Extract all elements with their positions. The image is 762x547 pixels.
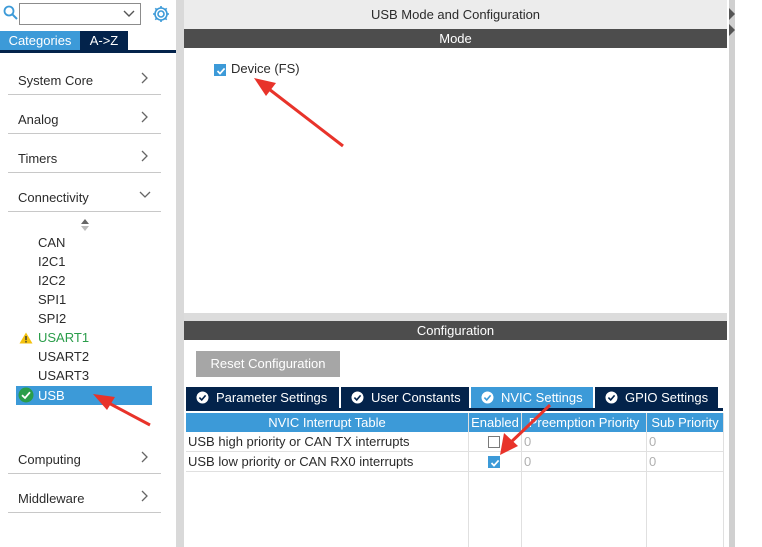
sort-icon[interactable] (80, 218, 90, 232)
chevron-down-icon (139, 191, 151, 198)
chevron-right-icon (141, 111, 148, 123)
sub-priority-value[interactable]: 0 (649, 432, 656, 452)
tab-label: GPIO Settings (625, 390, 709, 405)
tab-label: NVIC Settings (501, 390, 583, 405)
peripheral-usb-label: USB (38, 388, 65, 403)
scroll-arrow-icon[interactable] (729, 6, 735, 36)
tab-user-constants[interactable]: User Constants (341, 387, 469, 408)
chevron-right-icon (141, 451, 148, 463)
column-header-preemption[interactable]: Preemption Priority (522, 413, 646, 432)
peripheral-usart3[interactable]: USART3 (38, 368, 89, 383)
tab-a-to-z[interactable]: A->Z (80, 31, 128, 50)
tab-categories[interactable]: Categories (0, 31, 80, 50)
category-label: Timers (18, 151, 58, 166)
check-circle-icon (18, 387, 34, 403)
page-title: USB Mode and Configuration (184, 0, 727, 29)
peripheral-spi1[interactable]: SPI1 (38, 292, 66, 307)
tab-nvic-settings[interactable]: NVIC Settings (471, 387, 593, 408)
column-header-interrupt[interactable]: NVIC Interrupt Table (186, 413, 468, 432)
category-label: System Core (18, 73, 94, 88)
checkmark-icon (490, 459, 500, 467)
gear-icon[interactable] (151, 4, 171, 24)
category-label: Analog (18, 112, 59, 127)
chevron-right-icon (141, 150, 148, 162)
column-divider (723, 413, 724, 547)
mode-panel (184, 48, 727, 313)
category-middleware[interactable]: Middleware (8, 480, 161, 513)
category-connectivity[interactable]: Connectivity (8, 179, 161, 212)
tab-label: Parameter Settings (216, 390, 328, 405)
peripheral-i2c1[interactable]: I2C1 (38, 254, 65, 269)
device-fs-label: Device (FS) (231, 61, 300, 76)
category-timers[interactable]: Timers (8, 140, 161, 173)
peripheral-usart2[interactable]: USART2 (38, 349, 89, 364)
chevron-right-icon (141, 490, 148, 502)
configuration-header: Configuration (184, 321, 727, 340)
check-circle-icon (605, 391, 618, 404)
enabled-checkbox[interactable] (488, 456, 500, 468)
check-circle-icon (351, 391, 364, 404)
mode-header: Mode (184, 29, 727, 48)
sub-priority-value[interactable]: 0 (649, 452, 656, 472)
category-tabs: Categories A->Z (0, 31, 176, 53)
preemption-value[interactable]: 0 (524, 432, 531, 452)
tab-label: User Constants (371, 390, 461, 405)
peripheral-can[interactable]: CAN (38, 235, 65, 250)
category-label: Computing (18, 452, 81, 467)
category-system-core[interactable]: System Core (8, 62, 161, 95)
tab-parameter-settings[interactable]: Parameter Settings (186, 387, 339, 408)
main-scrollbar[interactable] (729, 0, 735, 547)
tab-gpio-settings[interactable]: GPIO Settings (595, 387, 718, 408)
category-computing[interactable]: Computing (8, 441, 161, 474)
column-header-enabled[interactable]: Enabled (469, 413, 521, 432)
reset-configuration-button[interactable]: Reset Configuration (196, 351, 340, 377)
table-row[interactable]: USB high priority or CAN TX interrupts 0… (186, 432, 723, 452)
interrupt-name: USB low priority or CAN RX0 interrupts (188, 454, 414, 469)
category-label: Middleware (18, 491, 85, 506)
search-input[interactable] (19, 3, 141, 25)
category-analog[interactable]: Analog (8, 101, 161, 134)
tab-underline (186, 408, 723, 411)
search-icon[interactable] (3, 5, 18, 20)
table-row[interactable]: USB low priority or CAN RX0 interrupts 0… (186, 452, 723, 472)
sidebar-scrollbar[interactable] (176, 0, 184, 547)
peripheral-i2c2[interactable]: I2C2 (38, 273, 65, 288)
warning-icon (19, 332, 33, 344)
check-circle-icon (196, 391, 209, 404)
interrupt-name: USB high priority or CAN TX interrupts (188, 434, 410, 449)
enabled-checkbox[interactable] (488, 436, 500, 448)
peripheral-usb[interactable]: USB (16, 386, 152, 405)
check-circle-icon (481, 391, 494, 404)
preemption-value[interactable]: 0 (524, 452, 531, 472)
chevron-down-icon[interactable] (123, 7, 135, 21)
device-fs-checkbox[interactable] (214, 64, 226, 76)
sidebar: Categories A->Z System Core Analog Timer… (0, 0, 176, 547)
peripheral-spi2[interactable]: SPI2 (38, 311, 66, 326)
chevron-right-icon (141, 72, 148, 84)
category-label: Connectivity (18, 190, 89, 205)
peripheral-usart1[interactable]: USART1 (38, 330, 89, 345)
column-header-sub-priority[interactable]: Sub Priority (647, 413, 723, 432)
checkmark-icon (216, 67, 226, 75)
